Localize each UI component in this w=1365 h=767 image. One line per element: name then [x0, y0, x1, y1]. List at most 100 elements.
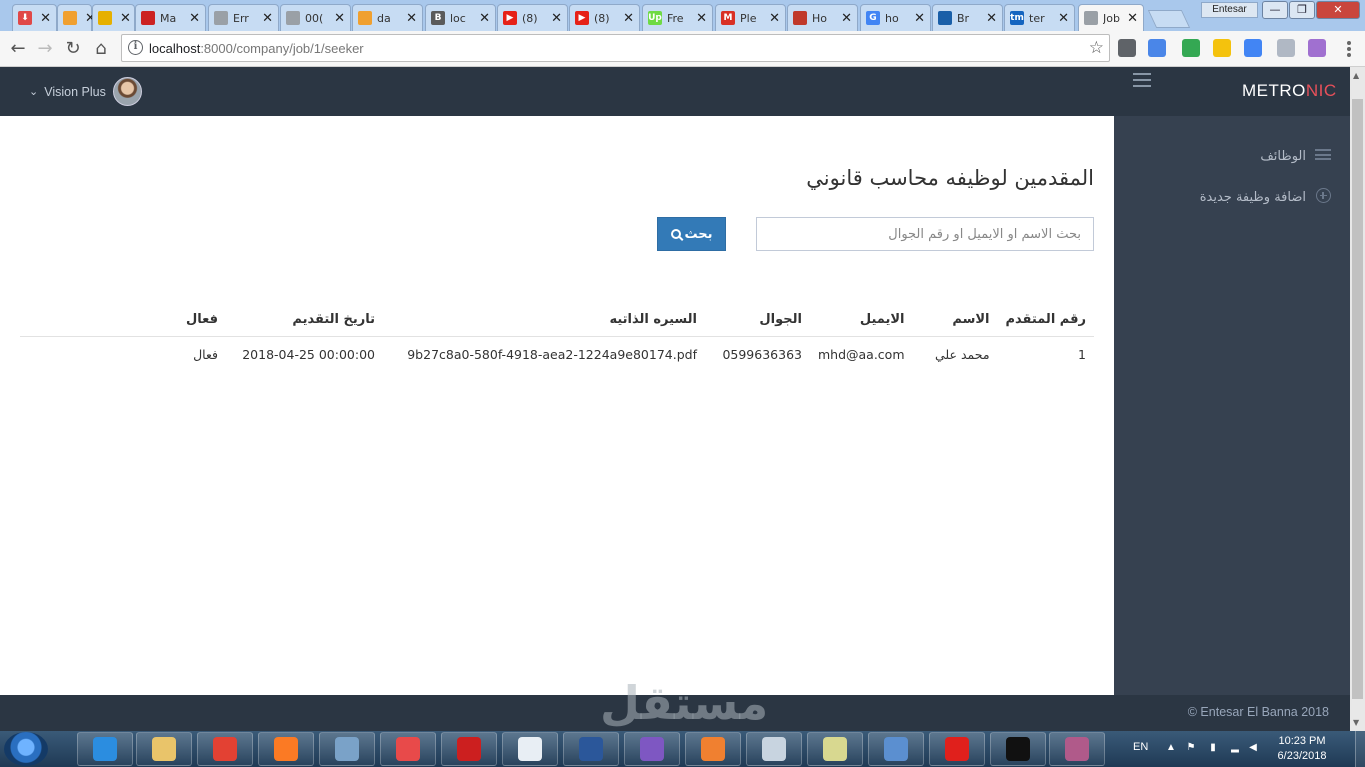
browser-tab[interactable]: tm ter ✕	[1004, 4, 1075, 31]
column-header-email[interactable]: الايميل	[809, 304, 913, 337]
browser-tab[interactable]: Err ✕	[208, 4, 279, 31]
volume-icon[interactable]: ◀	[1247, 742, 1259, 754]
address-bar[interactable]: i localhost:8000/company/job/1/seeker ☆	[121, 34, 1110, 62]
sync-extension-icon[interactable]	[1244, 39, 1262, 57]
taskbar-app-terminal-app[interactable]	[502, 732, 558, 766]
scrollbar-thumb[interactable]	[1352, 99, 1363, 699]
tab-close-icon[interactable]: ✕	[769, 11, 780, 26]
scroll-down-icon[interactable]: ▼	[1353, 718, 1359, 727]
browser-tab[interactable]: Up Fre ✕	[642, 4, 713, 31]
browser-tab[interactable]: M Ple ✕	[715, 4, 786, 31]
close-window-button[interactable]: ✕	[1316, 1, 1360, 19]
browser-tab[interactable]: ⬇ ✕	[12, 4, 57, 31]
taskbar-app-photo-app[interactable]	[380, 732, 436, 766]
tab-close-icon[interactable]: ✕	[1127, 11, 1138, 26]
tab-close-icon[interactable]: ✕	[986, 11, 997, 26]
avatar[interactable]	[112, 77, 142, 106]
tab-close-icon[interactable]: ✕	[334, 11, 345, 26]
column-header-mobile[interactable]: الجوال	[704, 304, 810, 337]
tab-close-icon[interactable]: ✕	[696, 11, 707, 26]
logo[interactable]: METRONIC	[1242, 81, 1337, 101]
info-icon[interactable]: i	[128, 40, 143, 55]
tab-close-icon[interactable]: ✕	[841, 11, 852, 26]
drive-extension-icon[interactable]	[1182, 39, 1200, 57]
taskbar-app-word[interactable]	[563, 732, 619, 766]
tab-close-icon[interactable]: ✕	[189, 11, 200, 26]
home-icon[interactable]: ⌂	[89, 37, 113, 61]
tab-close-icon[interactable]: ✕	[120, 11, 131, 26]
browser-tab[interactable]: Ma ✕	[135, 4, 206, 31]
action-center-flag-icon[interactable]: ⚑	[1185, 742, 1197, 754]
browser-tab[interactable]: ✕	[57, 4, 96, 31]
new-tab-button[interactable]	[1147, 10, 1191, 28]
tab-close-icon[interactable]: ✕	[262, 11, 273, 26]
taskbar-app-opera[interactable]	[929, 732, 985, 766]
taskbar-app-tool-app[interactable]	[685, 732, 741, 766]
taskbar-app-chrome[interactable]	[197, 732, 253, 766]
column-header-applicant-id[interactable]: رقم المتقدم	[997, 304, 1094, 337]
browser-tab[interactable]: Ho ✕	[787, 4, 858, 31]
reload-icon[interactable]: ↻	[61, 37, 85, 61]
back-arrow-icon[interactable]: ←	[6, 37, 30, 61]
tab-close-icon[interactable]: ✕	[1058, 11, 1069, 26]
minimize-button[interactable]: —	[1262, 1, 1288, 19]
column-header-name[interactable]: الاسم	[912, 304, 998, 337]
tab-close-icon[interactable]: ✕	[479, 11, 490, 26]
tab-close-icon[interactable]: ✕	[406, 11, 417, 26]
browser-tab[interactable]: da ✕	[352, 4, 423, 31]
sidebar-item-jobs[interactable]: الوظائف	[1260, 148, 1332, 164]
browser-tab[interactable]: ▶ (8) ✕	[497, 4, 568, 31]
taskbar-app-xampp[interactable]	[258, 732, 314, 766]
browser-tab[interactable]: Br ✕	[932, 4, 1003, 31]
column-header-apply-date[interactable]: تاريخ التقديم	[225, 304, 383, 337]
taskbar-app-control-panel[interactable]	[868, 732, 924, 766]
url-text[interactable]: localhost:8000/company/job/1/seeker	[149, 41, 364, 56]
page-scrollbar[interactable]: ▲ ▼	[1350, 67, 1365, 731]
start-button-icon[interactable]	[4, 732, 48, 766]
taskbar-app-cmd[interactable]	[990, 732, 1046, 766]
keep-extension-icon[interactable]	[1213, 39, 1231, 57]
browser-tab[interactable]: Bloc ✕	[425, 4, 496, 31]
column-header-active[interactable]: فعال	[20, 304, 226, 337]
tab-close-icon[interactable]: ✕	[914, 11, 925, 26]
browser-tab[interactable]: Job ✕	[1078, 4, 1144, 31]
extension-icon[interactable]	[1118, 39, 1136, 57]
dropbox-extension-icon[interactable]	[1277, 39, 1295, 57]
browser-menu-icon[interactable]	[1340, 39, 1358, 59]
taskbar-app-winrar[interactable]	[1049, 732, 1105, 766]
sidebar-toggle-icon[interactable]	[1133, 73, 1151, 91]
cell-cv-file[interactable]: 9b27c8a0-580f-4918-aea2-1224a9e80174.pdf	[383, 337, 705, 372]
taskbar-clock[interactable]: 10:23 PM 6/23/2018	[1262, 734, 1342, 764]
browser-tab[interactable]: Gho ✕	[860, 4, 931, 31]
search-input[interactable]	[756, 217, 1094, 251]
tab-close-icon[interactable]: ✕	[623, 11, 634, 26]
maximize-button[interactable]: ❐	[1289, 1, 1315, 19]
scroll-up-icon[interactable]: ▲	[1353, 71, 1359, 80]
language-indicator[interactable]: EN	[1133, 741, 1148, 753]
show-desktop-button[interactable]	[1355, 731, 1365, 767]
device-icon[interactable]: ▮	[1207, 742, 1219, 754]
search-button[interactable]: بحث	[657, 217, 726, 251]
forward-arrow-icon[interactable]: →	[33, 37, 57, 61]
bookmark-star-icon[interactable]: ☆	[1089, 38, 1104, 58]
network-signal-icon[interactable]: ▂	[1229, 742, 1241, 754]
browser-tab[interactable]: 00(✕	[280, 4, 351, 31]
taskbar-app-acrobat[interactable]	[441, 732, 497, 766]
sidebar-item-add-job[interactable]: اضافة وظيفة جديدة	[1200, 188, 1332, 207]
taskbar-app-video-app[interactable]	[624, 732, 680, 766]
taskbar-app-internet-explorer[interactable]	[77, 732, 133, 766]
user-menu[interactable]: ⌄ Vision Plus	[29, 77, 142, 106]
taskbar-app-chart-app[interactable]	[807, 732, 863, 766]
translate-extension-icon[interactable]	[1148, 39, 1166, 57]
browser-tab[interactable]: ▶ (8) ✕	[569, 4, 640, 31]
browser-tab[interactable]: ✕	[92, 4, 135, 31]
profile-chip[interactable]: Entesar	[1201, 2, 1258, 18]
column-header-cv[interactable]: السيره الذاتيه	[382, 304, 705, 337]
tab-close-icon[interactable]: ✕	[551, 11, 562, 26]
pen-extension-icon[interactable]	[1308, 39, 1326, 57]
tray-expand-icon[interactable]: ▲	[1165, 742, 1177, 754]
taskbar-app-file-explorer[interactable]	[136, 732, 192, 766]
taskbar-app-jc[interactable]	[319, 732, 375, 766]
tab-close-icon[interactable]: ✕	[40, 11, 51, 26]
taskbar-app-snipping-tool[interactable]	[746, 732, 802, 766]
